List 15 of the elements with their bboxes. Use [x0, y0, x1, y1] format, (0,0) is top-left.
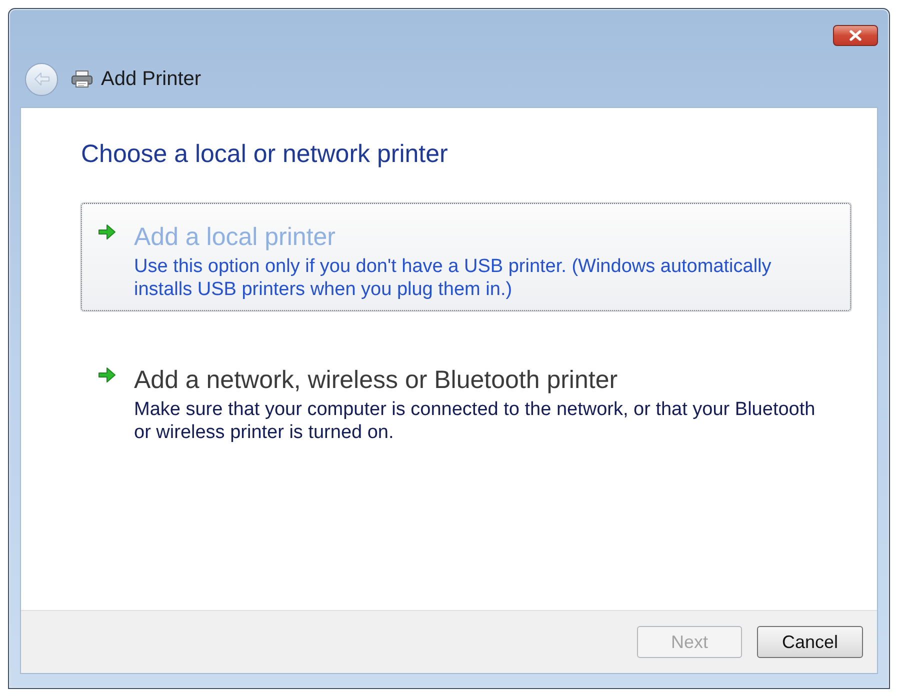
dialog-button[interactable]: Cancel [757, 626, 863, 658]
command-link[interactable]: Add a network, wireless or Bluetooth printer Make sure that your computer is connected to the network, or that your Bluetooth or wireless printer is turned on. [81, 346, 851, 454]
arrow-icon [98, 367, 116, 383]
page-heading: Choose a local or network printer [81, 139, 448, 170]
command-link-title: Add a local printer [134, 222, 336, 252]
close-icon [849, 30, 862, 41]
command-link[interactable]: Add a local printer Use this option only if you don't have a USB printer. (Windows automatically installs USB printers when you plug them in.) [81, 203, 851, 311]
window-title: Add Printer [101, 67, 202, 92]
command-link-description: Use this option only if you don't have a USB printer. (Windows automatically installs USB printers when you plug them in.) [134, 255, 772, 301]
arrow-icon [98, 224, 116, 240]
back-arrow-icon [34, 72, 50, 86]
printer-icon [71, 70, 93, 88]
close-button[interactable] [833, 25, 878, 46]
command-link-title: Add a network, wireless or Bluetooth printer [134, 365, 618, 395]
command-link-description: Make sure that your computer is connected to the network, or that your Bluetooth or wireless printer is turned on. [134, 398, 816, 444]
